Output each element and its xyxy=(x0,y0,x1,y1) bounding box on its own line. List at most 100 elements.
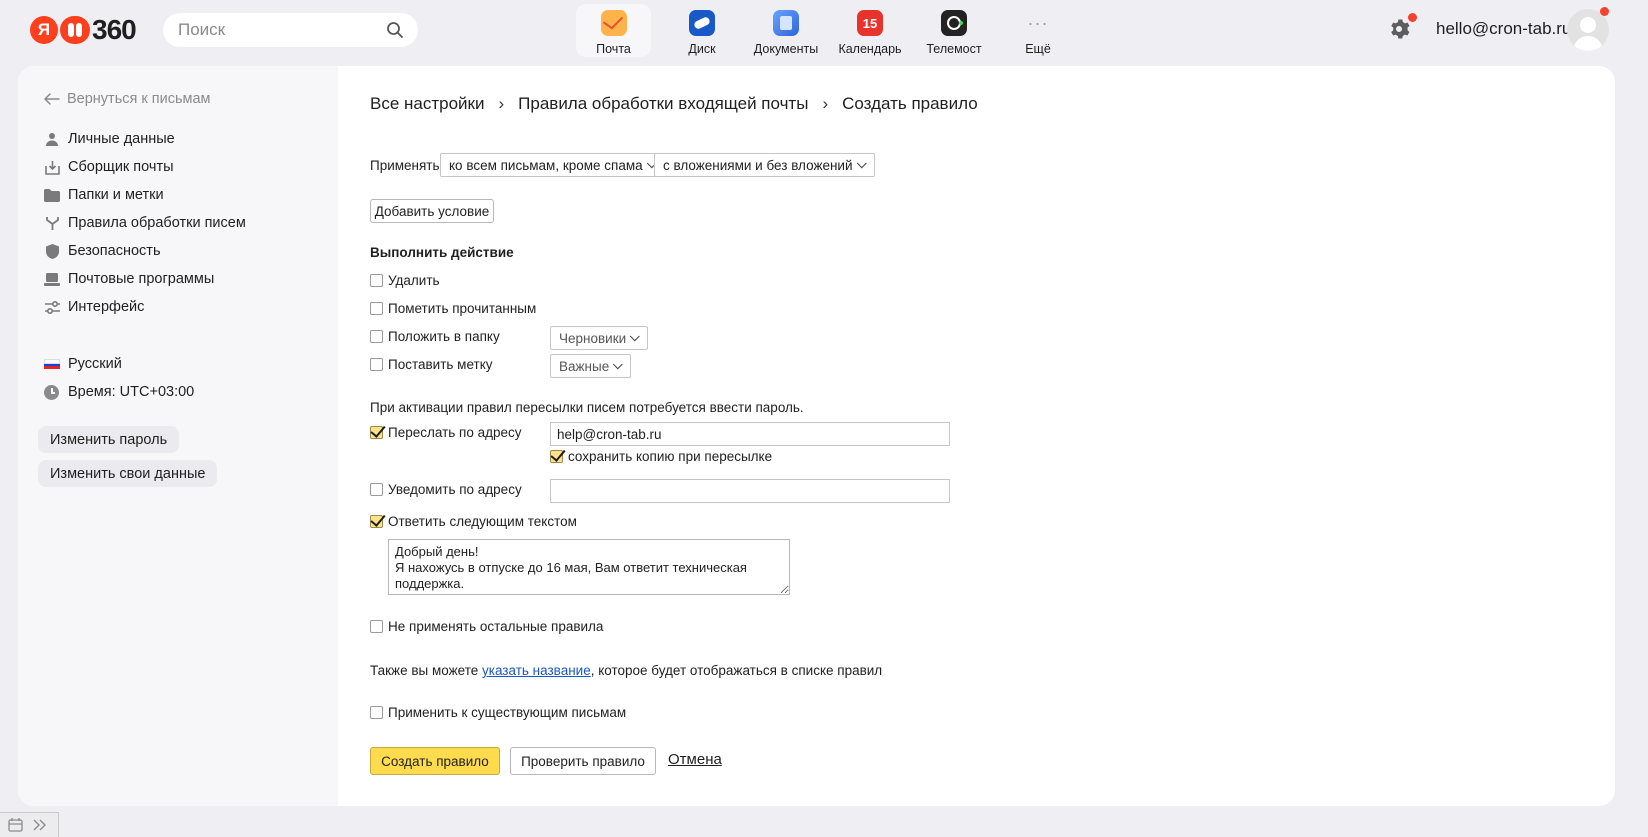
sidebar-item-folders[interactable]: Папки и метки xyxy=(44,181,246,209)
folder-icon xyxy=(44,187,60,203)
delete-label: Удалить xyxy=(388,273,440,288)
chevron-right-icon: › xyxy=(498,94,505,113)
service-label: Почта xyxy=(596,42,631,56)
sidebar-item-label: Интерфейс xyxy=(68,299,145,315)
settings-card: Вернуться к письмам Личные данные Сборщи… xyxy=(18,66,1615,806)
gear-icon[interactable] xyxy=(1387,17,1411,41)
notification-dot xyxy=(1408,13,1417,22)
service-telemost[interactable]: Телемост xyxy=(912,4,996,57)
shield-icon xyxy=(44,243,60,259)
action-heading: Выполнить действие xyxy=(370,245,514,260)
sidebar-item-interface[interactable]: Интерфейс xyxy=(44,293,246,321)
reply-label: Ответить следующим текстом xyxy=(388,514,577,529)
search-input[interactable] xyxy=(163,13,363,47)
locale-section: Русский Время: UTC+03:00 xyxy=(44,350,194,406)
apply-scope-select[interactable]: ко всем письмам, кроме спама xyxy=(440,153,665,177)
mark-read-checkbox[interactable] xyxy=(370,302,383,315)
notification-dot xyxy=(1600,7,1609,16)
create-rule-button[interactable]: Создать правило xyxy=(370,747,500,775)
password-notice: При активации правил пересылки писем пот… xyxy=(370,400,804,415)
rules-icon xyxy=(44,215,60,231)
chevron-down-icon xyxy=(613,358,623,369)
documents-icon xyxy=(773,10,799,36)
calendar-icon: 15 xyxy=(857,10,883,36)
apply-label: Применять xyxy=(370,158,440,173)
sidebar-item-label: Почтовые программы xyxy=(68,271,215,287)
set-label-label: Поставить метку xyxy=(388,357,493,372)
stop-rules-checkbox[interactable] xyxy=(370,620,383,633)
service-disk[interactable]: Диск xyxy=(660,4,744,57)
cancel-link[interactable]: Отмена xyxy=(668,751,722,768)
delete-checkbox[interactable] xyxy=(370,274,383,287)
select-value: Важные xyxy=(559,358,610,374)
service-documents[interactable]: Документы xyxy=(744,4,828,57)
service-label: Документы xyxy=(753,42,819,56)
folder-select[interactable]: Черновики xyxy=(550,326,649,350)
sidebar-item-security[interactable]: Безопасность xyxy=(44,237,246,265)
language-selector[interactable]: Русский xyxy=(44,350,194,378)
inbox-download-icon xyxy=(44,159,60,175)
services-bar: Почта Диск Документы 15 Календарь Телемо… xyxy=(576,4,1080,57)
search-icon[interactable] xyxy=(386,21,404,39)
move-folder-checkbox[interactable] xyxy=(370,330,383,343)
sidebar-item-personal[interactable]: Личные данные xyxy=(44,125,246,153)
page-title: Создать правило xyxy=(842,94,978,113)
sidebar-item-mail-clients[interactable]: Почтовые программы xyxy=(44,265,246,293)
more-icon: ··· xyxy=(1027,12,1049,33)
chevron-down-icon xyxy=(629,330,640,341)
expand-icon[interactable] xyxy=(33,819,47,831)
service-label: Диск xyxy=(688,42,716,56)
user-email[interactable]: hello@cron-tab.ru xyxy=(1436,19,1571,39)
label-select[interactable]: Важные xyxy=(550,354,632,378)
breadcrumb-all-settings[interactable]: Все настройки xyxy=(370,94,484,114)
set-rule-name-link[interactable]: указать название xyxy=(482,663,591,678)
service-calendar[interactable]: 15 Календарь xyxy=(828,4,912,57)
apply-existing-checkbox[interactable] xyxy=(370,706,383,719)
keep-copy-label: сохранить копию при пересылке xyxy=(568,449,773,464)
sidebar-item-rules[interactable]: Правила обработки писем xyxy=(44,209,246,237)
telemost-icon xyxy=(941,10,967,36)
change-data-button[interactable]: Изменить свои данные xyxy=(38,460,218,487)
apply-attachments-select[interactable]: с вложениями и без вложений xyxy=(654,153,875,177)
settings-sidebar: Вернуться к письмам Личные данные Сборщи… xyxy=(18,66,338,806)
bottom-toolbar xyxy=(0,812,59,837)
set-label-checkbox[interactable] xyxy=(370,358,383,371)
reply-checkbox[interactable] xyxy=(370,515,383,528)
rule-name-hint: Также вы можете указать название, которо… xyxy=(370,663,882,678)
select-value: с вложениями и без вложений xyxy=(663,157,853,173)
notify-label: Уведомить по адресу xyxy=(388,482,522,497)
mark-read-label: Пометить прочитанным xyxy=(388,301,537,316)
forward-checkbox[interactable] xyxy=(370,426,383,439)
forward-address-input[interactable] xyxy=(550,422,950,446)
check-rule-button[interactable]: Проверить правило xyxy=(510,747,656,775)
change-password-button[interactable]: Изменить пароль xyxy=(38,426,180,453)
chevron-right-icon: › xyxy=(822,94,829,113)
sidebar-item-label: Безопасность xyxy=(68,243,161,259)
notify-address-input[interactable] xyxy=(550,479,950,503)
mail-icon xyxy=(600,10,627,36)
top-header: Я 360 Почта Диск Документы 15 Календарь xyxy=(0,0,1648,62)
sliders-icon xyxy=(44,299,60,315)
service-label: Ещё xyxy=(1025,42,1051,56)
yandex-360-logo[interactable]: Я 360 xyxy=(30,14,137,46)
notify-checkbox[interactable] xyxy=(370,483,383,496)
reply-text-area[interactable]: Добрый день! Я нахожусь в отпуске до 16 … xyxy=(388,539,790,595)
calendar-small-icon[interactable] xyxy=(8,818,23,832)
russia-flag-icon xyxy=(44,359,60,370)
service-label: Телемост xyxy=(926,42,982,56)
select-value: Черновики xyxy=(559,330,627,346)
service-more[interactable]: ··· Ещё xyxy=(996,4,1080,57)
breadcrumb-incoming-rules[interactable]: Правила обработки входящей почты xyxy=(518,94,808,114)
service-mail[interactable]: Почта xyxy=(576,4,651,57)
stop-rules-label: Не применять остальные правила xyxy=(388,619,604,634)
keep-copy-checkbox[interactable] xyxy=(550,450,563,463)
timezone-selector[interactable]: Время: UTC+03:00 xyxy=(44,378,194,406)
language-label: Русский xyxy=(68,356,122,372)
sidebar-item-collector[interactable]: Сборщик почты xyxy=(44,153,246,181)
sidebar-item-label: Личные данные xyxy=(68,131,175,147)
back-to-mail-link[interactable]: Вернуться к письмам xyxy=(44,91,211,107)
search-box xyxy=(163,13,418,47)
arrow-left-icon xyxy=(44,93,60,105)
add-condition-button[interactable]: Добавить условие xyxy=(370,199,494,223)
select-value: ко всем письмам, кроме спама xyxy=(449,157,643,173)
